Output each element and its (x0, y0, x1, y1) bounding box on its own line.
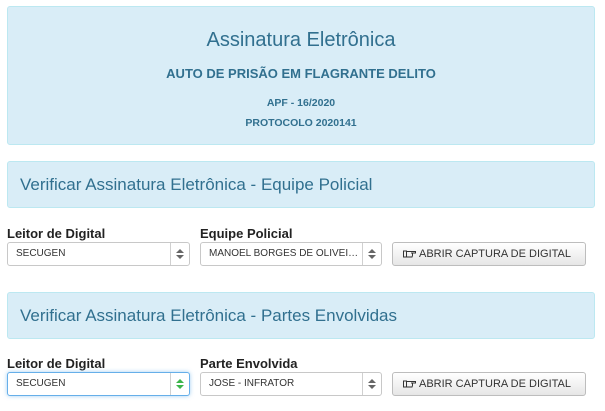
signature-header-panel: Assinatura Eletrônica AUTO DE PRISÃO EM … (7, 6, 595, 145)
up-down-arrows-icon (170, 373, 189, 395)
police-reader-value: SECUGEN (16, 248, 66, 259)
up-down-arrows-icon (170, 243, 189, 265)
party-value: JOSE - INFRATOR (209, 378, 295, 389)
police-section-header: Verificar Assinatura Eletrônica - Equipe… (7, 161, 595, 208)
police-capture-label: ABRIR CAPTURA DE DIGITAL (419, 248, 571, 260)
parties-reader-select[interactable]: SECUGEN (7, 372, 190, 396)
parties-reader-value: SECUGEN (16, 378, 66, 389)
police-team-label: Equipe Policial (200, 226, 293, 241)
police-open-capture-button[interactable]: ABRIR CAPTURA DE DIGITAL (392, 242, 586, 266)
party-select[interactable]: JOSE - INFRATOR (200, 372, 382, 396)
police-reader-label: Leitor de Digital (7, 226, 106, 241)
police-team-value: MANOEL BORGES DE OLIVEIRA (209, 248, 359, 259)
hand-pointer-icon (403, 250, 416, 258)
party-label: Parte Envolvida (200, 356, 298, 371)
page-title: Assinatura Eletrônica (206, 29, 396, 51)
police-team-select[interactable]: MANOEL BORGES DE OLIVEIRA (200, 242, 382, 266)
document-type: AUTO DE PRISÃO EM FLAGRANTE DELITO (166, 66, 436, 81)
parties-reader-label: Leitor de Digital (7, 356, 106, 371)
up-down-arrows-icon (362, 243, 381, 265)
apf-number: APF - 16/2020 (266, 97, 336, 109)
up-down-arrows-icon (362, 373, 381, 395)
parties-open-capture-button[interactable]: ABRIR CAPTURA DE DIGITAL (392, 372, 586, 396)
protocol-number: PROTOCOLO 2020141 (245, 117, 357, 129)
police-reader-select[interactable]: SECUGEN (7, 242, 190, 266)
parties-section-header: Verificar Assinatura Eletrônica - Partes… (7, 292, 595, 339)
parties-capture-label: ABRIR CAPTURA DE DIGITAL (419, 378, 571, 390)
hand-pointer-icon (403, 380, 416, 388)
